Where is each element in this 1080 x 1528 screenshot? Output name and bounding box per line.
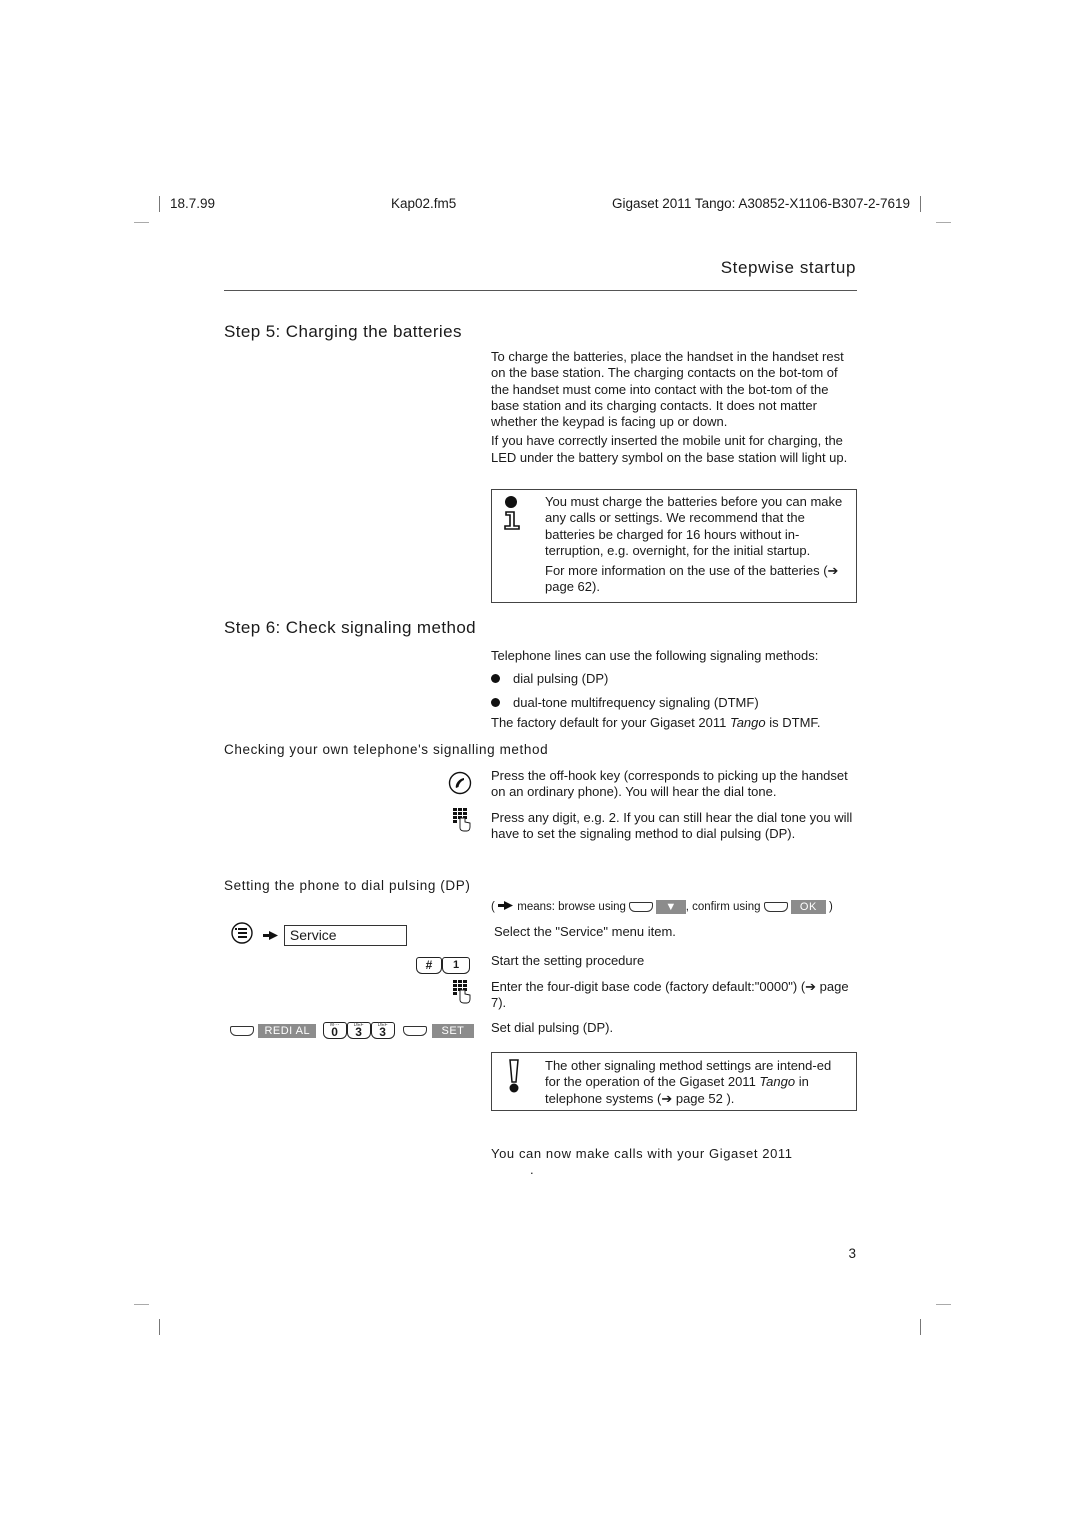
softkey-icon — [763, 902, 788, 912]
closing-text: You can now make calls with your Gigaset… — [491, 1146, 793, 1161]
base-code-text: Enter the four-digit base code (factory … — [491, 979, 849, 1011]
set-dial-pulsing-text: Set dial pulsing (DP). — [491, 1020, 614, 1035]
text: ) — [829, 901, 833, 914]
step5-paragraph: To charge the batteries, place the hands… — [491, 349, 844, 430]
keypad-icon — [453, 980, 471, 1009]
text: , confirm using — [685, 901, 761, 914]
crop-mark — [159, 1319, 160, 1335]
redial-key[interactable]: REDI AL — [258, 1023, 317, 1038]
text: is DTMF. — [765, 715, 821, 730]
text: The factory default for your Gigaset 201… — [491, 715, 730, 730]
closing-text-2: . — [530, 1162, 534, 1177]
crop-mark — [936, 1304, 951, 1305]
step5-title: Step 5: Charging the batteries — [224, 322, 462, 341]
ok-key: OK — [790, 900, 826, 914]
warning-icon — [506, 1058, 522, 1098]
softkey-icon — [230, 1025, 254, 1036]
info-note: You must charge the batteries before you… — [491, 489, 857, 603]
product-name: Tango — [759, 1074, 796, 1090]
step5-paragraph: If you have correctly inserted the mobil… — [491, 433, 848, 465]
crop-mark — [920, 1319, 921, 1335]
key-3[interactable]: DEF 3 — [370, 1022, 395, 1040]
crop-mark — [134, 1304, 149, 1305]
select-service-text: Select the "Service" menu item. — [494, 924, 676, 939]
text: ( — [491, 901, 495, 914]
menu-sequence: Service — [231, 922, 407, 949]
header-product: Gigaset 2011 Tango: A30852-X1106-B307-2-… — [612, 196, 910, 211]
method-label: dual-tone multifrequency signaling (DTMF… — [513, 695, 759, 710]
menu-arrow-icon — [498, 901, 514, 913]
check-step-text: Press the off-hook key (corresponds to p… — [491, 768, 848, 800]
method-label: dial pulsing (DP) — [513, 671, 609, 686]
crop-mark — [134, 222, 149, 223]
softkey-icon — [403, 1025, 428, 1036]
info-icon — [502, 495, 524, 535]
key-0[interactable]: M··- 0 — [322, 1022, 347, 1040]
start-procedure-text: Start the setting procedure — [491, 953, 645, 968]
header-date: 18.7.99 — [170, 196, 216, 211]
factory-default: The factory default for your Gigaset 201… — [491, 715, 857, 731]
section-title: Stepwise startup — [720, 258, 856, 277]
set-heading: Setting the phone to dial pulsing (DP) — [224, 878, 471, 893]
key-3[interactable]: DEF 3 — [346, 1022, 371, 1040]
header-file: Kap02.fm5 — [391, 196, 457, 211]
browse-key: ▼ — [656, 900, 686, 914]
header-rule — [224, 290, 857, 291]
service-menu-item[interactable]: Service — [283, 925, 407, 946]
bullet-icon — [491, 674, 500, 683]
page-number: 3 — [848, 1246, 856, 1261]
hash-key[interactable]: # — [416, 957, 442, 975]
method-item: dial pulsing (DP) — [491, 671, 608, 686]
method-item: dual-tone multifrequency signaling (DTMF… — [491, 695, 759, 710]
key-1[interactable]: 1 — [442, 957, 470, 975]
start-key-sequence: #1 — [416, 957, 470, 975]
menu-arrow-icon — [263, 927, 279, 945]
product-name: Tango — [729, 715, 766, 730]
crop-mark — [920, 196, 921, 212]
warning-text: The other signaling method settings are … — [545, 1058, 848, 1107]
step5-body: To charge the batteries, place the hands… — [491, 349, 857, 469]
crop-mark — [936, 222, 951, 223]
warning-note: The other signaling method settings are … — [491, 1052, 857, 1111]
check-heading: Checking your own telephone's signalling… — [224, 742, 549, 757]
signaling-intro: Telephone lines can use the following si… — [491, 648, 819, 663]
info-note-text: For more information on the use of the b… — [545, 563, 839, 595]
text: means: browse using — [517, 901, 626, 914]
off-hook-key-icon — [448, 771, 472, 800]
navigation-legend: ( means: browse using ▼, confirm using O… — [491, 900, 833, 914]
info-note-text: You must charge the batteries before you… — [545, 494, 843, 558]
crop-mark — [159, 196, 160, 212]
keypad-icon — [453, 808, 471, 837]
softkey-icon — [629, 902, 654, 912]
bullet-icon — [491, 698, 500, 707]
set-key-sequence: REDI AL M··- 0 DEF 3 DEF 3 SET — [230, 1022, 475, 1040]
step6-title: Step 6: Check signaling method — [224, 618, 477, 637]
menu-key-icon — [231, 922, 253, 949]
check-step-text: Press any digit, e.g. 2. If you can stil… — [491, 810, 853, 842]
set-key[interactable]: SET — [431, 1023, 475, 1038]
